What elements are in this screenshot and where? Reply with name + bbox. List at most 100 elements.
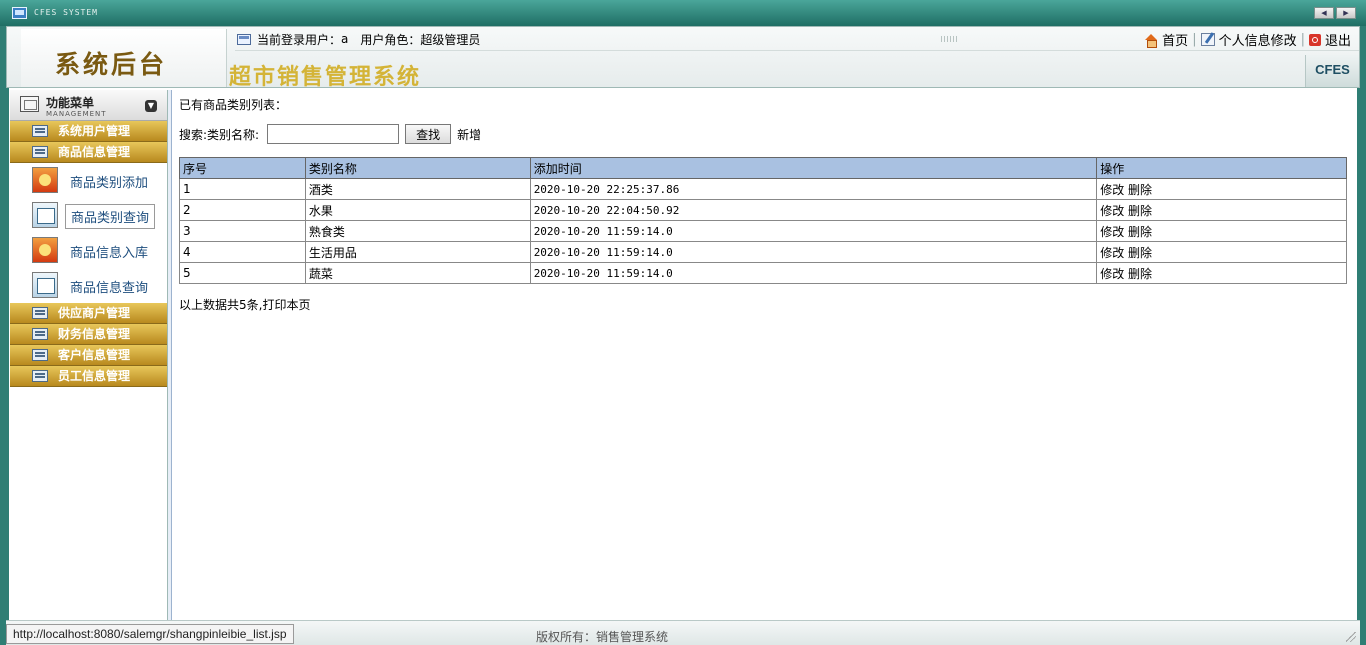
column-header: 操作 [1096,157,1347,179]
resize-grip-icon[interactable] [1346,632,1356,642]
arrow-left-icon[interactable]: ◀ [1314,7,1334,19]
monitor-icon [12,7,27,19]
menu-title: 功能菜单 [46,96,95,110]
row-time: 2020-10-20 11:59:14.0 [529,241,1098,263]
menu-group-suppliers[interactable]: 供应商户管理 [10,303,167,324]
edit-link[interactable]: 修改 [1100,267,1124,281]
row-name: 熟食类 [304,220,531,242]
menu-group-finance[interactable]: 财务信息管理 [10,324,167,345]
home-link[interactable]: 首页 [1162,30,1188,49]
row-time: 2020-10-20 11:59:14.0 [529,220,1098,242]
row-id: 3 [179,220,306,242]
search-button[interactable]: 查找 [405,124,452,144]
menu-item-category-add[interactable]: 商品类别添加 [10,163,167,198]
logout-icon [1308,33,1321,46]
edit-link[interactable]: 修改 [1100,225,1124,239]
product-info-query-icon [32,272,58,298]
list-icon [32,349,48,361]
delete-link[interactable]: 删除 [1128,246,1152,260]
menu-group-customers[interactable]: 客户信息管理 [10,345,167,366]
sidebar-splitter[interactable] [168,90,172,620]
list-icon [32,146,48,158]
row-actions: 修改 删除 [1096,220,1347,242]
logout-link[interactable]: 退出 [1325,30,1351,49]
menu-group-label: 商品信息管理 [58,145,131,159]
row-actions: 修改 删除 [1096,241,1347,263]
page-title: 已有商品类别列表： [179,98,288,112]
menu-item-product-query[interactable]: 商品信息查询 [10,268,167,303]
menu-item-label: 商品信息入库 [70,246,149,261]
status-footer: http://localhost:8080/salemgr/shangpinle… [6,620,1360,645]
main-content: 已有商品类别列表： 搜索:类别名称: 查找 新增 序号 类别名称 添加时间 操作… [178,90,1350,620]
delete-link[interactable]: 删除 [1128,204,1152,218]
row-name: 酒类 [304,178,531,200]
menu-group-product-info[interactable]: 商品信息管理 [10,142,167,163]
row-id: 5 [179,262,306,284]
row-id: 1 [179,178,306,200]
table-row: 2 水果 2020-10-20 22:04:50.92 修改 删除 [179,199,1347,221]
delete-link[interactable]: 删除 [1128,183,1152,197]
menu-header: 功能菜单 MANAGEMENT ▼ [10,90,167,121]
status-url: http://localhost:8080/salemgr/shangpinle… [6,624,294,644]
menu-group-label: 财务信息管理 [58,327,131,341]
edit-link[interactable]: 修改 [1100,246,1124,260]
column-header: 添加时间 [529,157,1098,179]
menu-group-system-users[interactable]: 系统用户管理 [10,121,167,142]
stock-in-icon [32,237,58,263]
menu-item-stock-in[interactable]: 商品信息入库 [10,233,167,268]
collapse-menu-icon[interactable]: ▼ [145,100,157,112]
add-category-link[interactable]: 新增 [457,126,481,143]
product-query-icon [32,202,58,228]
row-name: 水果 [304,199,531,221]
list-icon [32,370,48,382]
link-separator: | [1300,32,1305,47]
back-office-title: 系统后台 [55,50,168,79]
row-time: 2020-10-20 22:25:37.86 [529,178,1098,200]
column-header: 类别名称 [304,157,531,179]
home-icon [1145,33,1158,48]
print-page-link[interactable]: 打印本页 [262,298,310,312]
summary-text: 以上数据共5条, [179,298,263,312]
menu-item-label: 商品类别查询 [65,204,156,229]
menu-subtitle: MANAGEMENT [46,110,107,118]
menu-group-label: 供应商户管理 [58,306,131,320]
table-row: 4 生活用品 2020-10-20 11:59:14.0 修改 删除 [179,241,1347,263]
menu-icon [20,96,39,112]
row-id: 4 [179,241,306,263]
profile-link[interactable]: 个人信息修改 [1219,30,1297,49]
edit-link[interactable]: 修改 [1100,204,1124,218]
row-actions: 修改 删除 [1096,262,1347,284]
system-name: CFES SYSTEM [34,8,98,17]
category-table: 序号 类别名称 添加时间 操作 1 酒类 2020-10-20 22:25:37… [179,157,1347,284]
sidebar-menu: 功能菜单 MANAGEMENT ▼ 系统用户管理 商品信息管理 商品类别添加 商… [10,90,168,620]
edit-profile-icon [1200,33,1215,46]
copyright-text: 版权所有：销售管理系统 [536,630,669,644]
menu-group-employees[interactable]: 员工信息管理 [10,366,167,387]
menu-item-label: 商品信息查询 [70,281,149,296]
menu-group-label: 客户信息管理 [58,348,131,362]
table-row: 5 蔬菜 2020-10-20 11:59:14.0 修改 删除 [179,262,1347,284]
delete-link[interactable]: 删除 [1128,225,1152,239]
table-header-row: 序号 类别名称 添加时间 操作 [179,157,1347,179]
row-time: 2020-10-20 11:59:14.0 [529,262,1098,284]
window-nav-buttons: ◀ ▶ [1314,7,1356,19]
role-name: 超级管理员 [420,32,481,47]
edit-link[interactable]: 修改 [1100,183,1124,197]
row-name: 蔬菜 [304,262,531,284]
summary-line: 以上数据共5条,打印本页 [179,296,310,313]
menu-group-label: 员工信息管理 [58,369,131,383]
table-row: 1 酒类 2020-10-20 22:25:37.86 修改 删除 [179,178,1347,200]
product-add-icon [32,167,58,193]
row-time: 2020-10-20 22:04:50.92 [529,199,1098,221]
role-label: 用户角色： [360,32,421,47]
link-separator: | [1192,32,1197,47]
arrow-right-icon[interactable]: ▶ [1336,7,1356,19]
row-actions: 修改 删除 [1096,178,1347,200]
menu-item-label: 商品类别添加 [70,176,149,191]
category-name-search-input[interactable] [267,124,400,144]
row-id: 2 [179,199,306,221]
header-grip [941,36,957,42]
menu-group-label: 系统用户管理 [58,124,131,138]
delete-link[interactable]: 删除 [1128,267,1152,281]
menu-item-category-query[interactable]: 商品类别查询 [10,198,167,233]
